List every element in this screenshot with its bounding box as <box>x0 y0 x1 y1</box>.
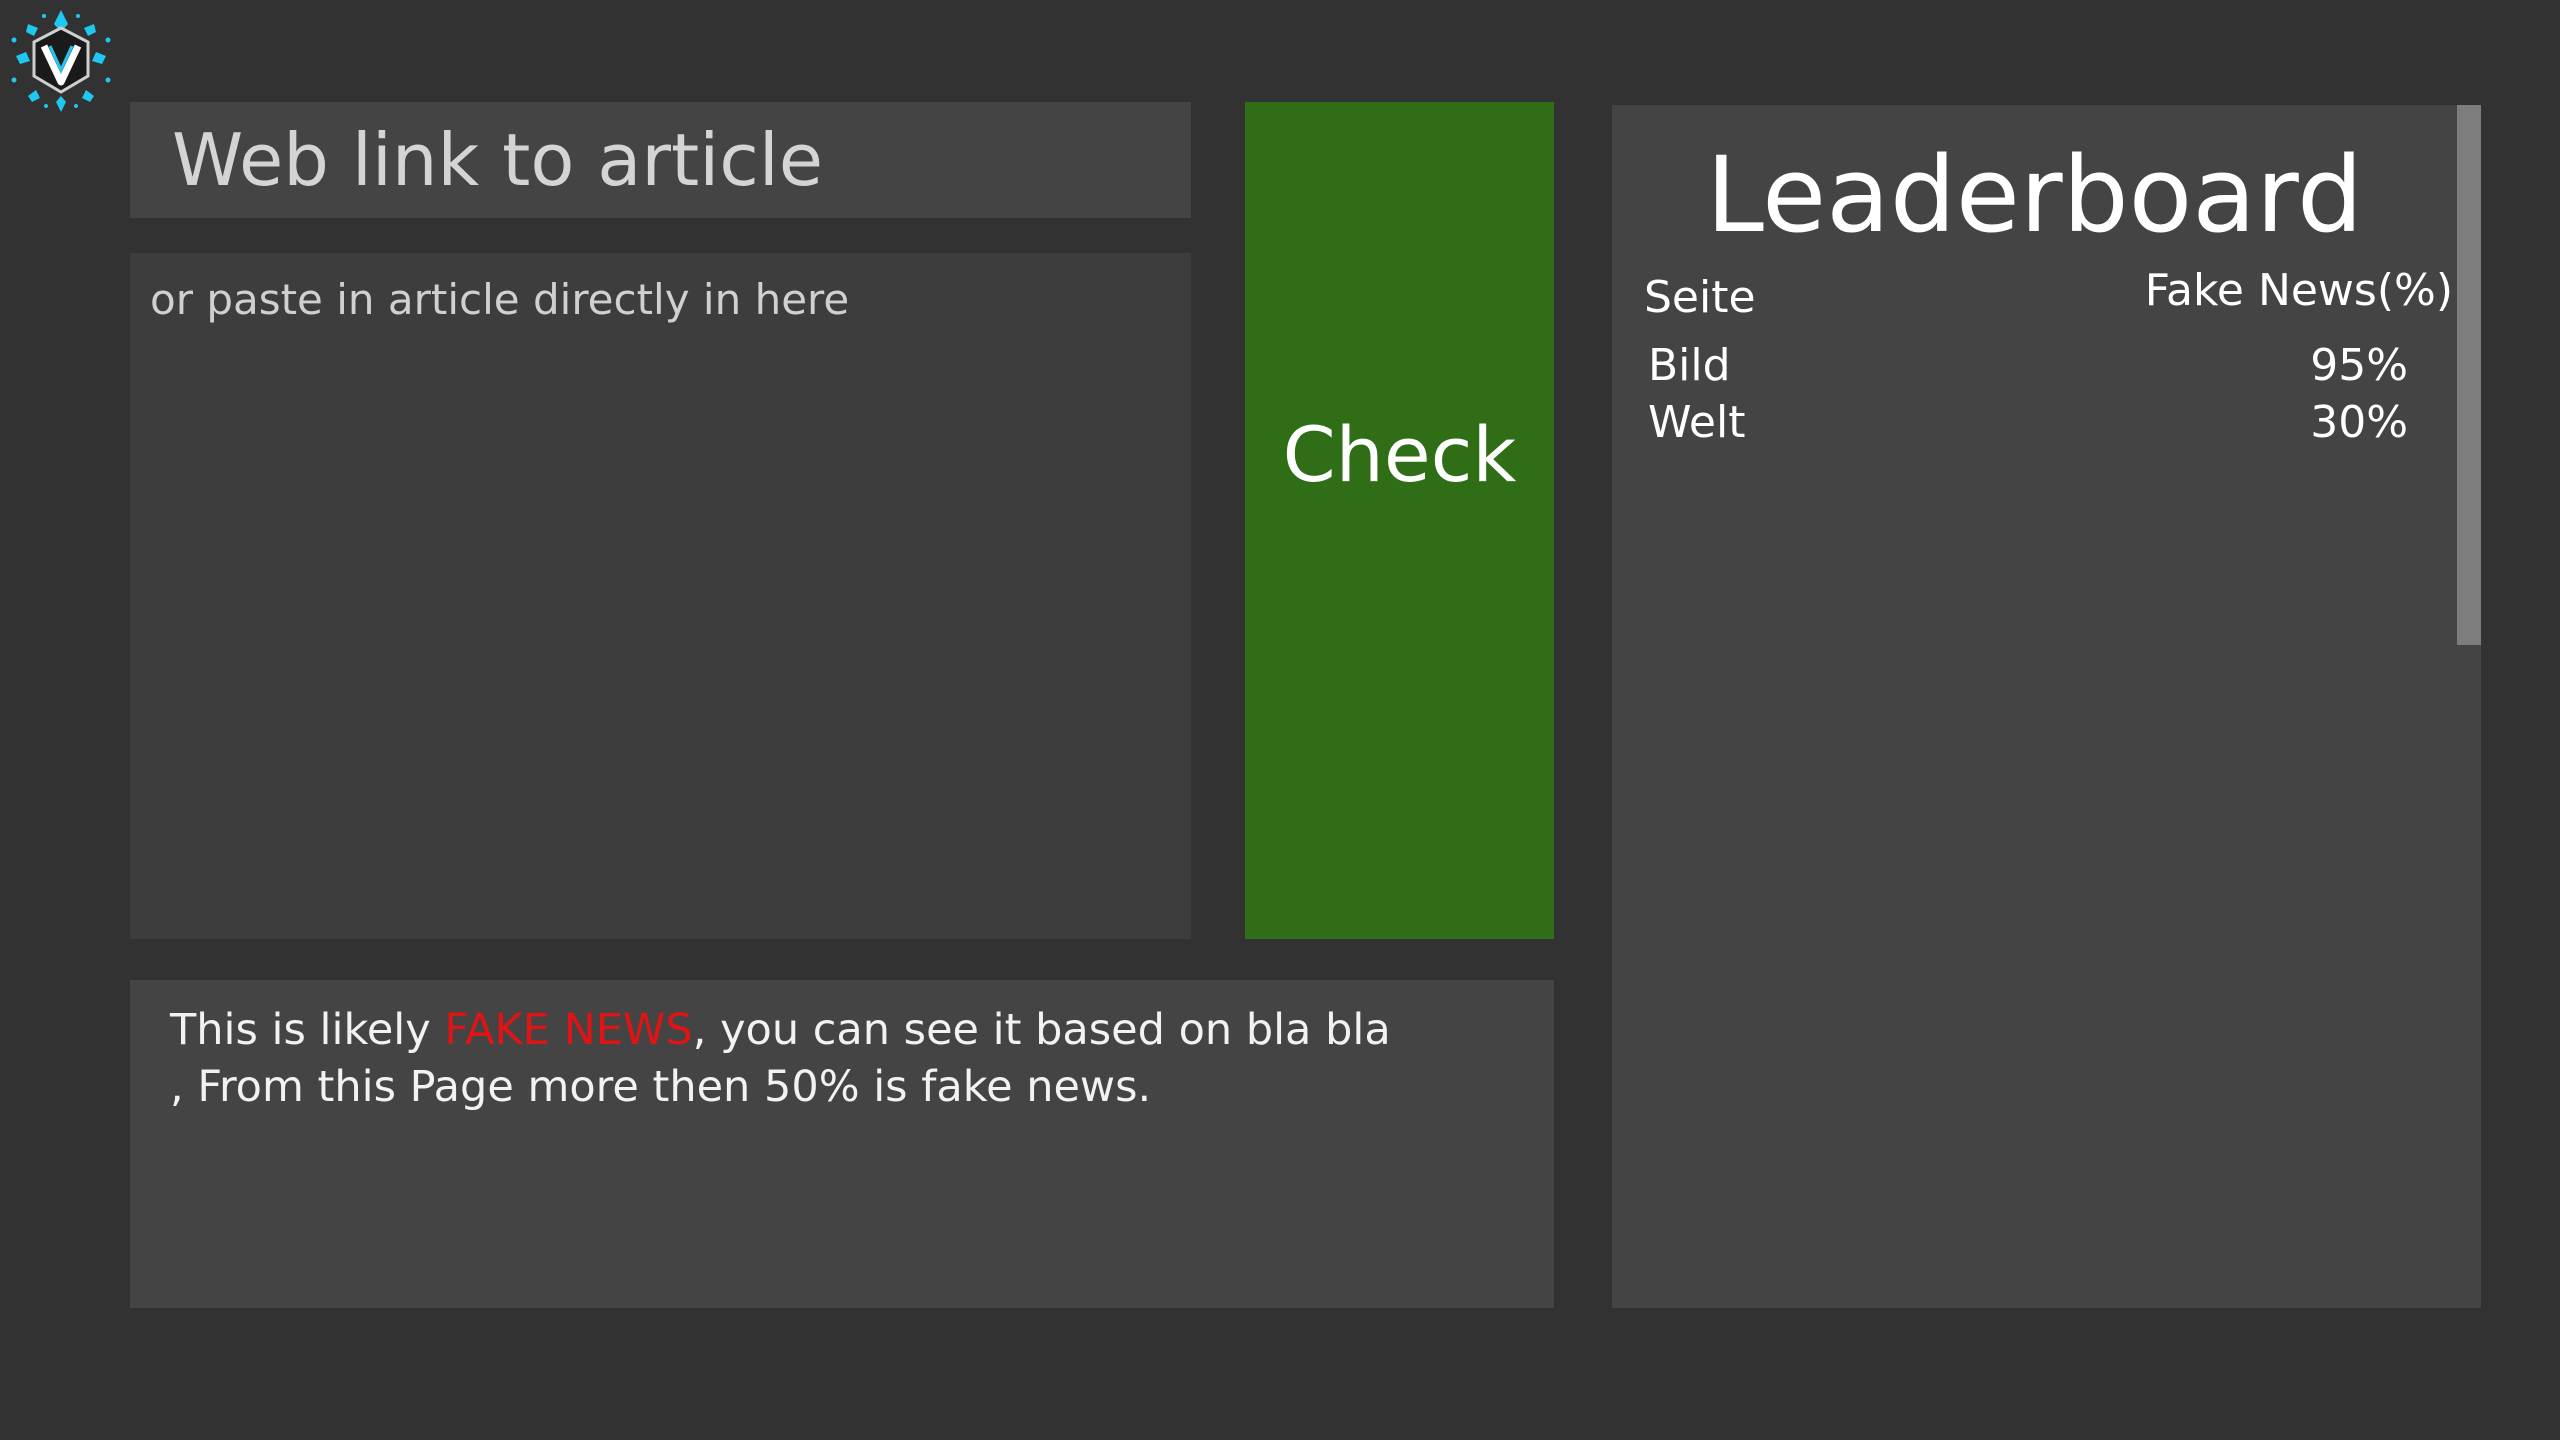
check-button-label: Check <box>1282 410 1517 499</box>
leaderboard-pct: 30% <box>2310 397 2408 448</box>
check-button[interactable]: Check <box>1245 102 1554 939</box>
article-text-input[interactable] <box>130 253 1191 939</box>
result-suffix: , you can see it based on bla bla <box>692 1005 1391 1055</box>
leaderboard-panel: Leaderboard Seite Fake News(%) Bild 95% … <box>1612 105 2481 1308</box>
result-line-2: , From this Page more then 50% is fake n… <box>170 1062 1152 1112</box>
leaderboard-scrollbar[interactable] <box>2457 105 2481 1308</box>
leaderboard-list: Bild 95% Welt 30% <box>1648 337 2408 451</box>
v-shield-logo-icon <box>6 6 116 116</box>
app-root: Check This is likely FAKE NEWS, you can … <box>0 0 2560 1440</box>
result-prefix: This is likely <box>170 1005 445 1055</box>
leaderboard-site: Welt <box>1648 397 1746 448</box>
leaderboard-row[interactable]: Bild 95% <box>1648 337 2408 394</box>
leaderboard-header-pct: Fake News(%) <box>2144 265 2453 316</box>
leaderboard-site: Bild <box>1648 340 1731 391</box>
leaderboard-header-site: Seite <box>1644 272 1756 323</box>
fake-news-label: FAKE NEWS <box>444 1005 693 1055</box>
leaderboard-row[interactable]: Welt 30% <box>1648 394 2408 451</box>
result-line-1: This is likely FAKE NEWS, you can see it… <box>170 1002 1514 1059</box>
leaderboard-pct: 95% <box>2310 340 2408 391</box>
result-panel: This is likely FAKE NEWS, you can see it… <box>130 980 1554 1308</box>
article-url-input[interactable] <box>130 102 1191 218</box>
leaderboard-title: Leaderboard <box>1706 134 2363 256</box>
leaderboard-scroll-thumb[interactable] <box>2457 105 2481 645</box>
